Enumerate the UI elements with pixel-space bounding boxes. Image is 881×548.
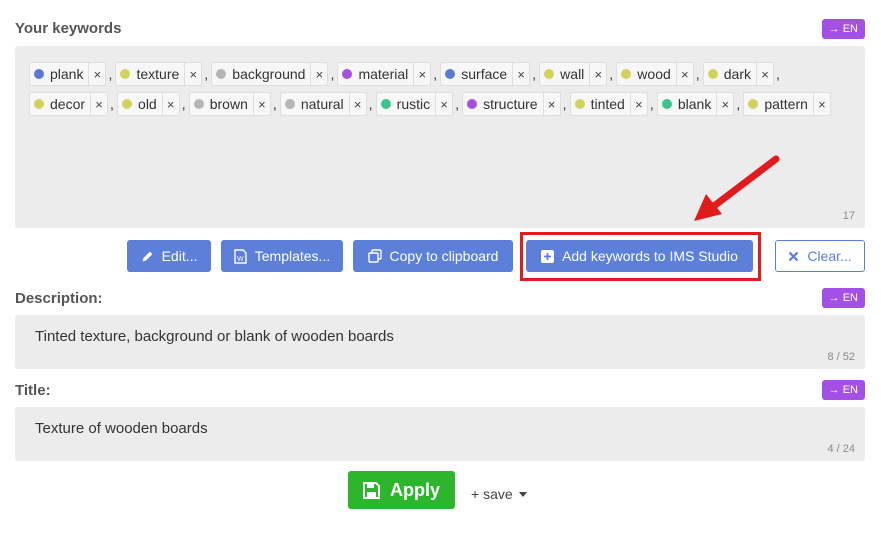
apply-button[interactable]: Apply: [348, 471, 455, 509]
title-counter: 4 / 24: [827, 443, 855, 455]
title-translate-button[interactable]: → EN: [821, 380, 865, 400]
description-field[interactable]: Tinted texture, background or blank of w…: [15, 315, 865, 369]
description-heading: Description:: [15, 290, 103, 307]
save-label: + save: [471, 486, 513, 502]
caret-down-icon: [518, 491, 527, 497]
apply-button-label: Apply: [389, 479, 440, 500]
title-heading: Title:: [15, 382, 51, 399]
description-translate-button[interactable]: → EN: [821, 288, 865, 308]
description-counter: 8 / 52: [827, 351, 855, 363]
title-value: Texture of wooden boards: [35, 420, 208, 437]
floppy-disk-icon: [362, 481, 380, 499]
title-field[interactable]: Texture of wooden boards 4 / 24: [15, 407, 865, 461]
save-dropdown[interactable]: + save: [471, 486, 527, 502]
description-value: Tinted texture, background or blank of w…: [35, 328, 394, 345]
annotation-arrow-icon: [694, 155, 780, 221]
